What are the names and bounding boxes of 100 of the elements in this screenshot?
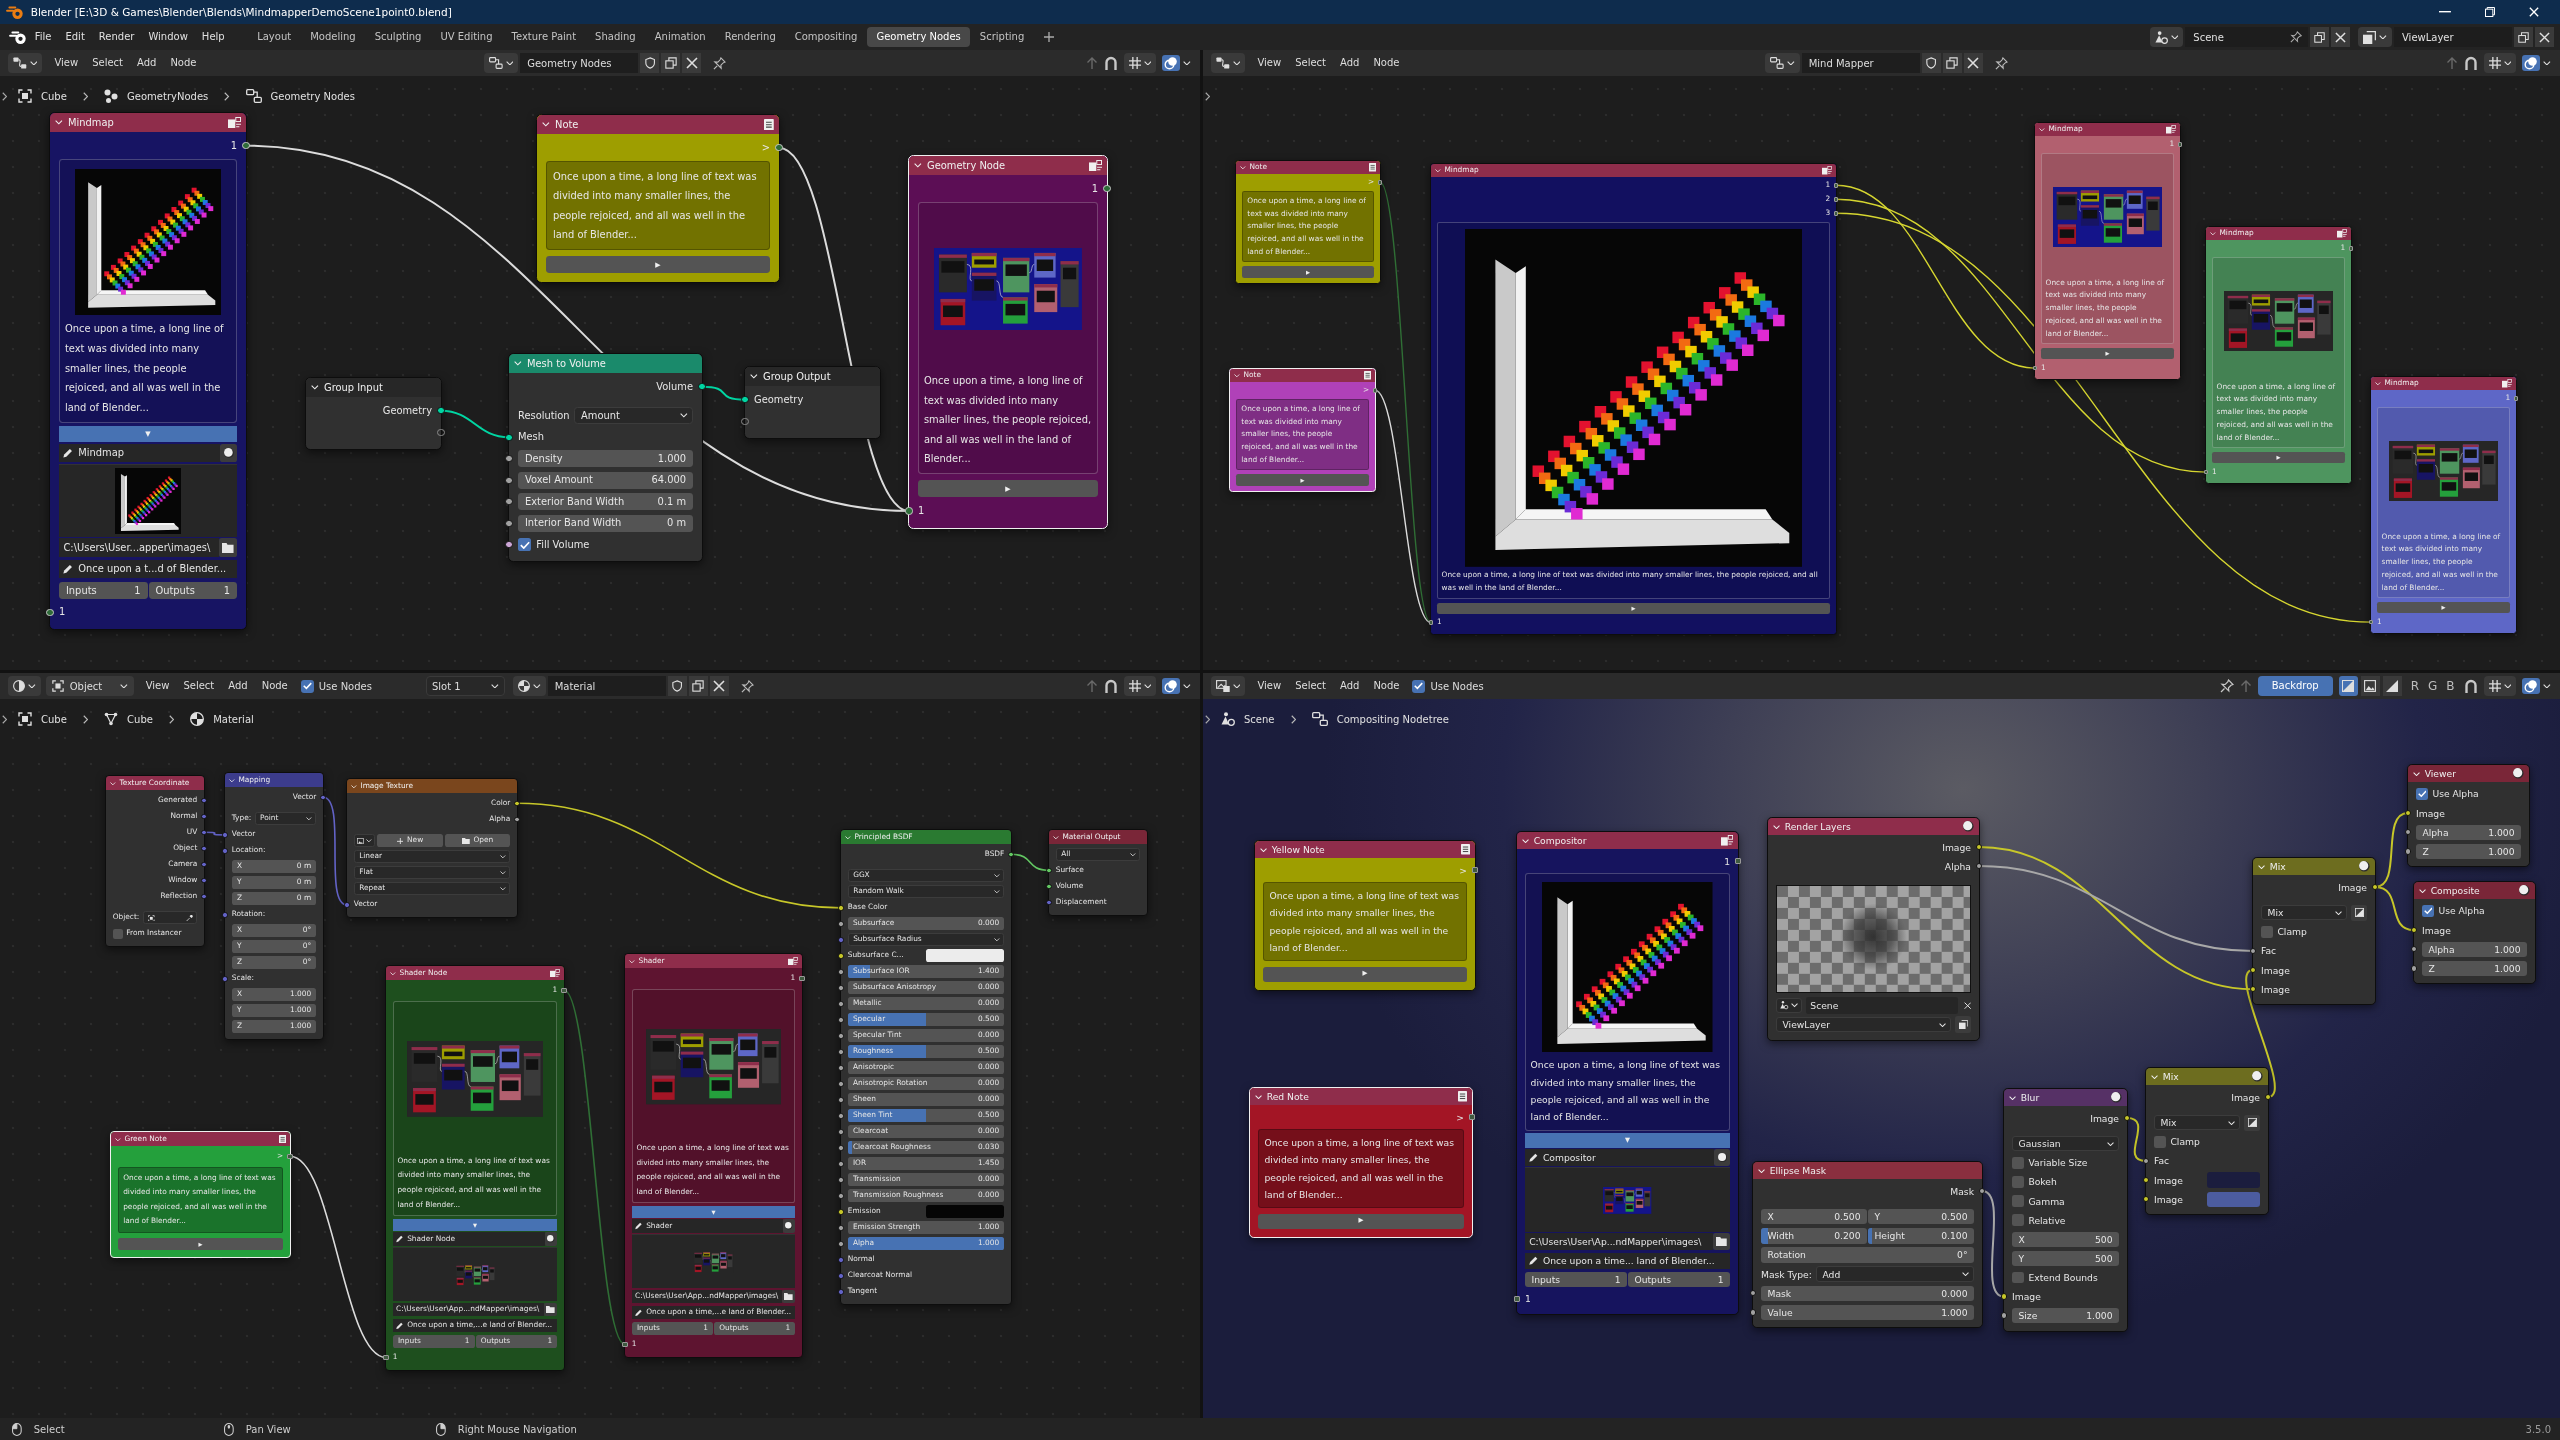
- number-field[interactable]: Inputs 1: [1525, 1272, 1627, 1288]
- number-field[interactable]: Rotation 0°: [1761, 1247, 1974, 1263]
- dropdown[interactable]: Add: [1815, 1266, 1974, 1282]
- socket-icon[interactable]: [561, 987, 567, 993]
- menu-item[interactable]: View: [47, 53, 86, 73]
- snap-button[interactable]: [2483, 676, 2517, 696]
- socket-icon[interactable]: [2142, 1157, 2150, 1165]
- node-header[interactable]: Yellow Note: [1255, 841, 1475, 859]
- mindmap-node[interactable]: [624, 953, 803, 1358]
- checkbox[interactable]: Relative: [2012, 1214, 2066, 1227]
- node[interactable]: Group Output Geometry: [744, 366, 881, 439]
- number-field[interactable]: Z 1.000: [2422, 960, 2527, 976]
- socket-icon[interactable]: [505, 433, 513, 441]
- sphere-icon[interactable]: [2513, 768, 2524, 779]
- arrow-up-icon[interactable]: [1085, 56, 1098, 70]
- copy-icon[interactable]: [688, 676, 708, 696]
- number-field[interactable]: Voxel Amount 64.000: [518, 471, 693, 489]
- close-icon[interactable]: [2331, 27, 2351, 47]
- snap-button[interactable]: [1123, 53, 1157, 73]
- close-icon[interactable]: [1963, 53, 1983, 73]
- number-field[interactable]: Inputs 1: [59, 582, 148, 600]
- socket-icon[interactable]: [838, 1049, 844, 1055]
- chevron-down-icon[interactable]: [1260, 847, 1268, 852]
- arrow-up-icon[interactable]: [1085, 679, 1098, 693]
- shield-icon[interactable]: [1921, 53, 1941, 73]
- chevron-down-icon[interactable]: [229, 778, 235, 782]
- checkbox[interactable]: Bokeh: [2012, 1176, 2057, 1188]
- browse-button[interactable]: [512, 676, 546, 696]
- menu-item[interactable]: Add: [130, 53, 164, 73]
- socket-icon[interactable]: [1046, 883, 1052, 889]
- layers-icon[interactable]: [1955, 1016, 1971, 1033]
- workspace-tab[interactable]: UV Editing: [430, 27, 503, 47]
- socket-icon[interactable]: [505, 541, 513, 549]
- datablock-field[interactable]: Mind Mapper: [1801, 53, 1920, 73]
- socket-icon[interactable]: [2371, 883, 2379, 891]
- chevron-down-icon[interactable]: [542, 122, 551, 127]
- chevron-down-icon[interactable]: [2413, 771, 2421, 776]
- socket-icon[interactable]: [2368, 619, 2374, 625]
- pin-icon[interactable]: [1994, 56, 2008, 70]
- node[interactable]: Mix Image Mix Clamp Fac Image Image: [2145, 1067, 2269, 1216]
- chevron-down-icon[interactable]: [750, 374, 759, 379]
- app-menu-icon[interactable]: [9, 30, 26, 44]
- chevron-right-icon[interactable]: [2, 92, 8, 101]
- checkbox[interactable]: Fill Volume: [518, 538, 590, 552]
- sphere-icon[interactable]: [2252, 1071, 2263, 1082]
- checkbox[interactable]: Use Nodes: [300, 679, 372, 693]
- node[interactable]: Group Input Geometry: [305, 377, 442, 450]
- node[interactable]: Mix Image Mix Clamp Fac Image Image: [2252, 857, 2376, 1006]
- socket-icon[interactable]: [2264, 1093, 2272, 1101]
- socket-icon[interactable]: [2404, 828, 2412, 836]
- datablock-field[interactable]: Mindmap: [59, 443, 221, 463]
- node-header[interactable]: Composite: [2414, 882, 2535, 900]
- socket-icon[interactable]: [514, 800, 520, 806]
- number-field[interactable]: Mask 0.000: [1761, 1285, 1974, 1301]
- channel-toggle[interactable]: R: [2407, 679, 2423, 693]
- mindmap-node[interactable]: [49, 112, 247, 630]
- socket-icon[interactable]: [1975, 843, 1983, 851]
- menu-item[interactable]: Select: [85, 53, 130, 73]
- menu-item[interactable]: Window: [141, 27, 195, 47]
- magnet-icon[interactable]: [1103, 679, 1118, 693]
- socket-icon[interactable]: [1734, 857, 1742, 865]
- arrow-up-icon[interactable]: [2445, 56, 2458, 70]
- magnet-icon[interactable]: [1103, 56, 1118, 70]
- browse-button[interactable]: [483, 53, 519, 73]
- socket-icon[interactable]: [383, 1354, 389, 1361]
- note-text[interactable]: Once upon a time, a long line of text was divided into many smaller lines, the people rejoiced, and all was well in the land of Blender...: [546, 161, 770, 251]
- node-header[interactable]: Note: [537, 115, 779, 135]
- close-icon[interactable]: [709, 676, 729, 696]
- channel-toggle[interactable]: G: [2425, 679, 2441, 693]
- copy-icon[interactable]: [1942, 53, 1962, 73]
- node[interactable]: [840, 829, 1012, 1306]
- menu-item[interactable]: Add: [1333, 676, 1367, 696]
- close-icon[interactable]: [1963, 1001, 1971, 1010]
- node[interactable]: Composite Use Alpha Image Alpha 1.000 Z 1.000: [2413, 881, 2536, 985]
- shield-icon[interactable]: [667, 676, 687, 696]
- socket-icon[interactable]: [838, 969, 844, 975]
- socket-icon[interactable]: [838, 1161, 844, 1167]
- dropdown[interactable]: ViewLayer: [1776, 1017, 1952, 1033]
- node-header[interactable]: Mindmap: [50, 113, 246, 133]
- datablock-field[interactable]: Compositor: [1525, 1149, 1715, 1166]
- view-layer-field[interactable]: ViewLayer: [2394, 27, 2512, 47]
- socket-icon[interactable]: [1833, 182, 1839, 188]
- socket-icon[interactable]: [2249, 947, 2257, 955]
- number-field[interactable]: Outputs 1: [148, 582, 237, 600]
- number-field[interactable]: Y 500: [2012, 1250, 2119, 1266]
- menu-item[interactable]: Select: [176, 676, 222, 696]
- slider-field[interactable]: Height 0.100: [1868, 1228, 1974, 1244]
- socket-icon[interactable]: [1749, 1289, 1757, 1297]
- socket-icon[interactable]: [741, 396, 749, 404]
- node[interactable]: Viewer Use Alpha Image Alpha 1.000 Z 1.000: [2407, 764, 2530, 868]
- socket-icon[interactable]: [287, 1153, 293, 1159]
- number-field[interactable]: Exterior Band Width 0.1 m: [518, 493, 693, 511]
- close-icon[interactable]: [2535, 27, 2554, 47]
- node-header[interactable]: Geometry Node: [909, 156, 1107, 176]
- image-browse-button[interactable]: [353, 834, 376, 848]
- socket-icon[interactable]: [838, 1209, 844, 1215]
- socket-icon[interactable]: [505, 519, 513, 527]
- datablock-field[interactable]: Material: [547, 676, 666, 696]
- socket-icon[interactable]: [2404, 809, 2412, 817]
- slot-dropdown[interactable]: Slot 1: [425, 676, 505, 696]
